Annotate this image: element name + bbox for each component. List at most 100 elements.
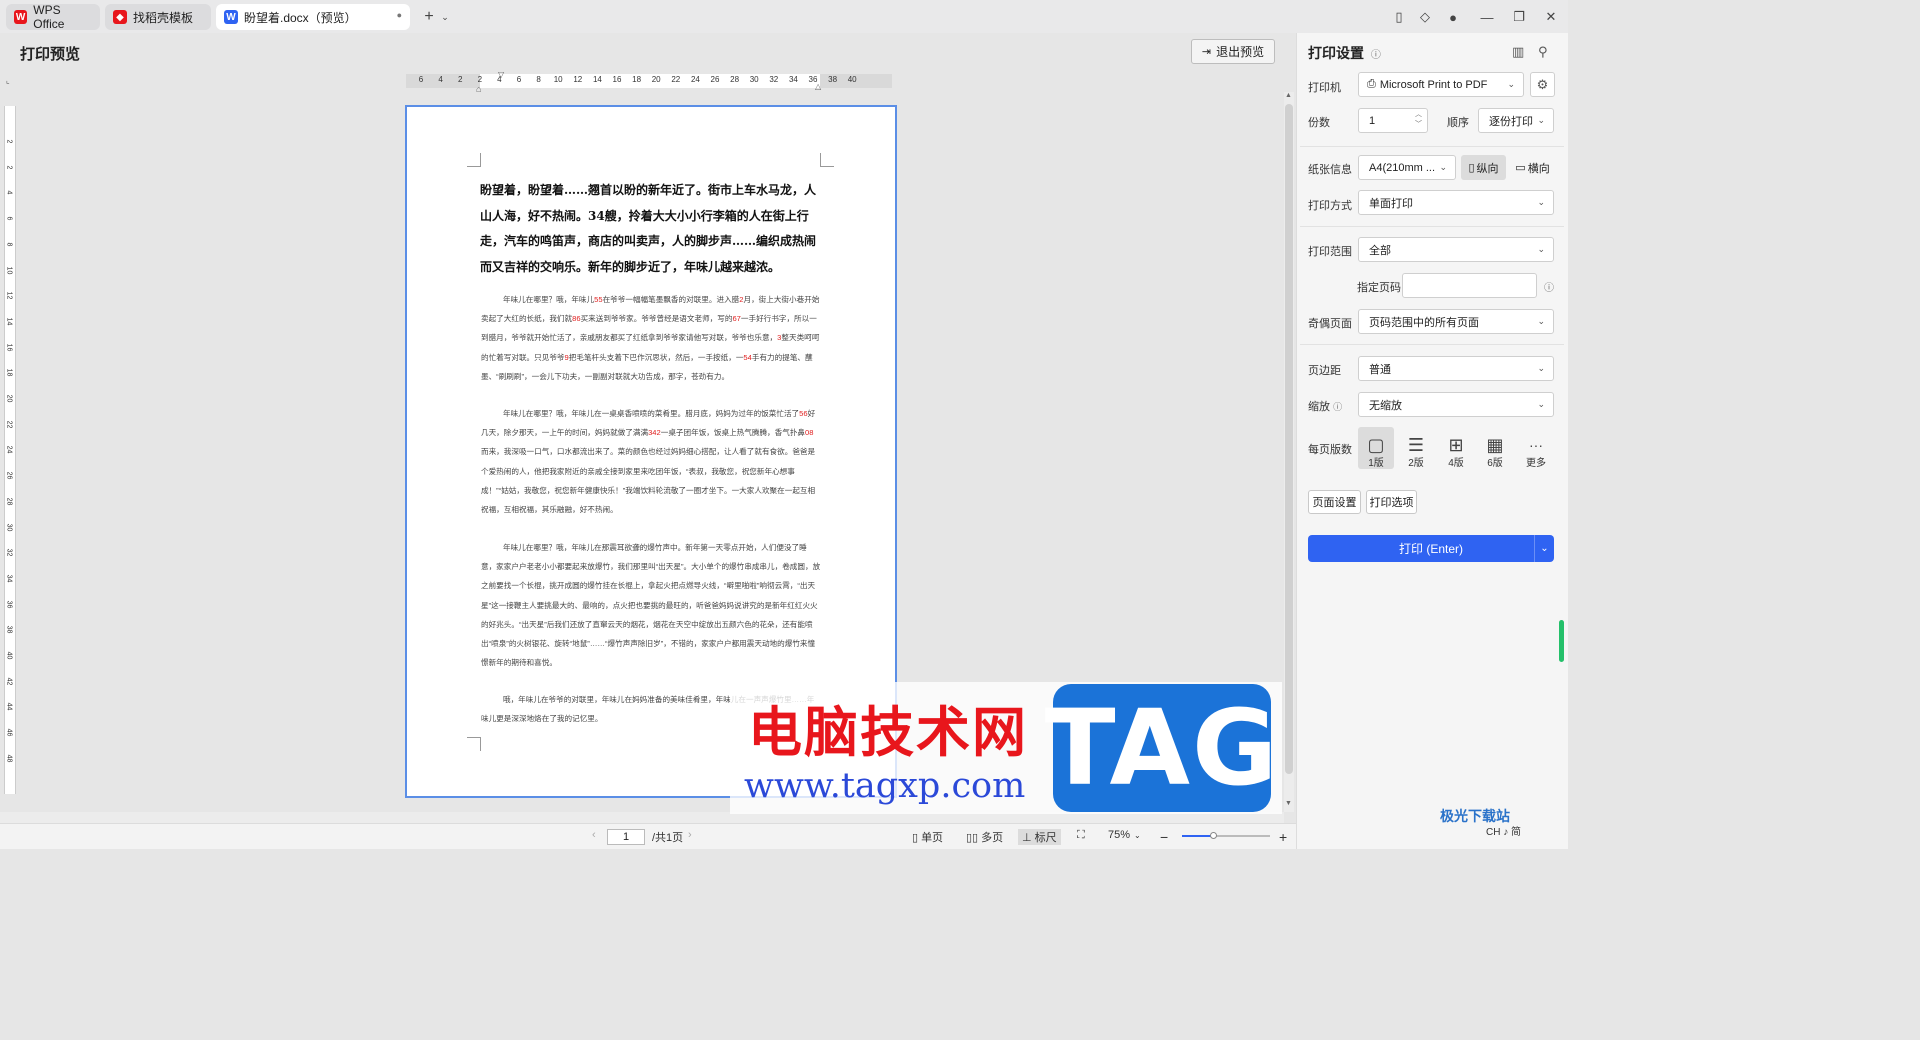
printer-settings-button[interactable]: ⚙ (1530, 72, 1555, 97)
print-range-select[interactable]: 全部 ⌄ (1358, 237, 1554, 262)
scale-select[interactable]: 无缩放 ⌄ (1358, 392, 1554, 417)
page-number-input[interactable]: 1 (607, 829, 645, 845)
zoom-level[interactable]: 75% ⌄ (1108, 829, 1141, 841)
tab-document[interactable]: W 盼望着.docx（预览） ● (216, 4, 410, 30)
exit-preview-button[interactable]: ⇥ 退出预览 (1191, 39, 1275, 64)
tab-list-chevron-icon[interactable]: ⌄ (434, 6, 456, 28)
multi-page-button[interactable]: ▯▯ 多页 (966, 829, 1003, 845)
scale-label: 缩放 ⓘ (1308, 398, 1342, 414)
print-dropdown-chevron-icon[interactable]: ⌄ (1534, 535, 1554, 562)
ruler-tick-label: 12 (573, 75, 583, 84)
odd-even-select[interactable]: 页码范围中的所有页面 ⌄ (1358, 309, 1554, 334)
vertical-ruler-tick-label: 10 (5, 266, 13, 274)
portrait-button[interactable]: ▯ 纵向 (1461, 155, 1506, 180)
ruler-tick-label: 24 (690, 75, 700, 84)
ruler-tick-label: 10 (553, 75, 563, 84)
single-page-icon: ▯ (912, 831, 919, 844)
layout-1-per-sheet[interactable]: ▢ 1版 (1358, 427, 1394, 469)
paragraph-text: 一桌子团年饭，饭桌上热气腾腾，香气扑鼻 (660, 428, 806, 438)
page-numbers-input[interactable] (1402, 273, 1537, 298)
zoom-in-icon[interactable]: + (1279, 829, 1287, 845)
scale-value: 无缩放 (1369, 399, 1402, 412)
close-icon[interactable]: ✕ (1540, 6, 1562, 28)
layout-2-per-sheet[interactable]: ☰ 2版 (1398, 427, 1434, 469)
status-bar (0, 823, 1296, 849)
ruler-tick-label: 4 (438, 75, 443, 84)
scroll-down-icon[interactable]: ▼ (1285, 800, 1292, 807)
next-page-icon[interactable]: › (688, 829, 692, 841)
zoom-slider-handle[interactable] (1210, 832, 1217, 839)
layout-icon[interactable]: ▯ (1388, 6, 1410, 28)
avatar-icon[interactable]: ● (1442, 6, 1464, 28)
landscape-icon: ▭ (1515, 162, 1526, 174)
single-page-button[interactable]: ▯ 单页 (912, 829, 943, 845)
print-options-button[interactable]: 打印选项 (1366, 490, 1417, 514)
fit-page-icon[interactable]: ⛶ (1077, 829, 1085, 842)
layout-6-icon: ▦ (1486, 435, 1504, 455)
zoom-slider-fill (1182, 835, 1212, 837)
tag-logo: TAG (1045, 684, 1277, 812)
printer-icon: ⎙ (1367, 78, 1376, 90)
document-heading: 盼望着，盼望着……翘首以盼的新年近了。街市上车水马龙，人山人海，好不热闹。34艘… (480, 183, 817, 274)
ruler-tick-label: 2 (477, 75, 483, 84)
paper-select[interactable]: A4(210mm ... ⌄ (1358, 155, 1456, 180)
ruler-toggle-button[interactable]: ⊥ 标尺 (1018, 829, 1061, 845)
zoom-out-icon[interactable]: − (1160, 829, 1168, 845)
document-paragraph-3: 年味儿在哪里？哦，年味儿在那震耳欲聋的爆竹声中。新年第一天零点开始，人们便没了睡… (481, 543, 821, 668)
vertical-ruler-tick-label: 48 (5, 754, 13, 763)
chevron-down-icon: ⌄ (1537, 363, 1545, 373)
tab-wps-office[interactable]: W WPS Office (6, 3, 100, 31)
vertical-ruler-tick-label: 2 (5, 139, 13, 144)
crop-mark (820, 153, 834, 167)
layout-more[interactable]: ··· 更多 (1518, 427, 1554, 469)
paragraph-text: 把毛笔杆头支着下巴作沉思状，然后，一手按纸，一 (568, 352, 744, 362)
indent-marker-icon[interactable]: ⌂ (476, 84, 481, 94)
help-icon[interactable]: ⓘ (1371, 50, 1381, 61)
page-title: 打印预览 (20, 46, 81, 63)
first-line-indent-icon[interactable]: ▽ (498, 70, 504, 79)
pin-icon[interactable]: ⚲ (1538, 44, 1548, 60)
panel-layout-icon[interactable]: ▥ (1512, 44, 1524, 60)
restore-icon[interactable]: ❐ (1508, 6, 1530, 28)
tab-bar: W WPS Office ◆ 找稻壳模板 W 盼望着.docx（预览） ● + … (0, 0, 1568, 33)
order-value: 逐份打印 (1489, 115, 1533, 128)
help-icon[interactable]: ⓘ (1333, 402, 1342, 412)
scroll-up-icon[interactable]: ▲ (1285, 92, 1292, 99)
portrait-icon: ▯ (1468, 162, 1475, 174)
highlighted-number: 08 (805, 428, 814, 438)
vertical-scrollbar-thumb[interactable] (1285, 104, 1293, 774)
paragraph-text: 年味儿在哪里？哦，年味儿 (503, 295, 595, 304)
page-setup-button[interactable]: 页面设置 (1308, 490, 1361, 514)
tab-label: WPS Office (33, 3, 65, 31)
ruler-tick-label: 18 (632, 75, 642, 84)
tab-close-dot-icon[interactable]: ● (397, 10, 402, 20)
print-mode-select[interactable]: 单面打印 ⌄ (1358, 190, 1554, 215)
order-select[interactable]: 逐份打印 ⌄ (1478, 108, 1554, 133)
layout-4-per-sheet[interactable]: ⊞ 4版 (1438, 427, 1474, 469)
margin-select[interactable]: 普通 ⌄ (1358, 356, 1554, 381)
gear-icon: ⚙ (1536, 76, 1549, 92)
help-icon[interactable]: ⓘ (1544, 279, 1554, 294)
right-indent-icon[interactable]: △ (815, 82, 821, 91)
cube-icon[interactable]: ◇ (1414, 6, 1436, 28)
landscape-button[interactable]: ▭ 横向 (1510, 155, 1555, 180)
exit-preview-label: 退出预览 (1216, 45, 1265, 59)
document-paragraph-2: 年味儿在哪里？哦，年味儿在一桌桌香喷喷的菜肴里。腊月底，妈妈为过年的饭菜忙活了5… (481, 404, 821, 519)
print-button[interactable]: 打印 (Enter) (1308, 535, 1554, 562)
ime-indicator[interactable]: CH ♪ 简 (1486, 823, 1521, 838)
tab-docer[interactable]: ◆ 找稻壳模板 (105, 4, 211, 30)
printer-select[interactable]: ⎙ Microsoft Print to PDF ⌄ (1358, 72, 1524, 97)
layout-6-per-sheet[interactable]: ▦ 6版 (1477, 427, 1513, 469)
chevron-down-icon: ⌄ (1537, 316, 1545, 326)
zoom-chevron-icon: ⌄ (1134, 830, 1141, 840)
minimize-icon[interactable]: — (1476, 6, 1498, 28)
ruler-tick-label: 34 (788, 75, 798, 84)
stepper-arrows-icon[interactable]: ︿ ﹀ (1415, 110, 1422, 130)
copies-stepper[interactable]: 1 ︿ ﹀ (1358, 108, 1428, 133)
prev-page-icon[interactable]: ‹ (592, 829, 596, 841)
layout-label: 1版 (1368, 458, 1384, 469)
vertical-ruler-tick-label: 2 (5, 165, 13, 170)
portrait-label: 纵向 (1476, 162, 1499, 175)
copies-value: 1 (1369, 114, 1376, 127)
chevron-down-icon: ⌄ (1537, 115, 1545, 125)
